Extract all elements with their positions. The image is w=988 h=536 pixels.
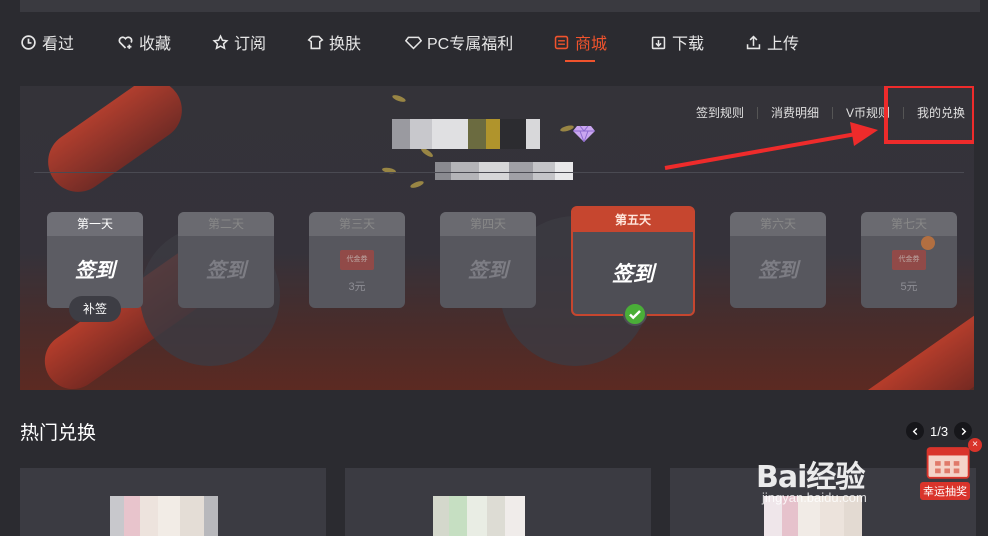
nav-label: 下载 [672, 36, 705, 53]
day-title: 第三天 [309, 212, 405, 236]
nav-label: 收藏 [139, 36, 172, 53]
day-card-3[interactable]: 第三天 代金券 3元 [309, 212, 405, 308]
nav-subscriptions[interactable]: 订阅 [212, 24, 266, 60]
day-card-1[interactable]: 第一天 签到 补签 [47, 212, 143, 322]
day-title: 第四天 [440, 212, 536, 236]
star-icon [212, 33, 229, 50]
decor-coin [381, 166, 397, 175]
upload-icon [746, 34, 761, 49]
nav-skins[interactable]: 换肤 [307, 24, 361, 60]
nav-label: PC专属福利 [427, 36, 514, 53]
top-strip [20, 0, 980, 12]
nav-upload[interactable]: 上传 [745, 24, 799, 60]
nav-download[interactable]: 下载 [650, 24, 704, 60]
day-checkin-label: 签到 [206, 260, 246, 282]
decor-coin [409, 179, 425, 190]
heart-plus-icon [118, 35, 133, 49]
top-nav: 看过 收藏 订阅 换肤 PC专属福利 商城 下载 上传 [0, 24, 988, 64]
nav-label: 看过 [42, 36, 75, 53]
day-card-2[interactable]: 第二天 签到 [178, 212, 274, 308]
lottery-widget[interactable]: × 幸运抽奖 [918, 438, 982, 500]
banner-divider [34, 172, 964, 173]
day-reward-value: 5元 [900, 281, 918, 293]
checkin-rules-link[interactable]: 签到规则 [683, 104, 757, 121]
shirt-icon [307, 35, 324, 49]
coupon-icon: 代金券 [340, 250, 374, 270]
blurred-info [435, 162, 573, 180]
blurred-thumbnail [433, 496, 525, 536]
nav-history[interactable]: 看过 [20, 24, 74, 60]
nav-label: 换肤 [329, 36, 362, 53]
day-reward-value: 3元 [348, 281, 366, 293]
checked-icon [623, 302, 647, 326]
vip-gem-icon [573, 125, 595, 142]
checkin-banner: 签到规则 消费明细 V币规则 我的兑换 第一天 签到 补签 第二天 签到 第三天… [20, 86, 974, 390]
day-card-7[interactable]: 第七天 代金券 5元 [861, 212, 957, 308]
annotation-highlight-box [884, 86, 974, 144]
exchange-card[interactable] [345, 468, 651, 536]
prev-page-button[interactable] [906, 422, 924, 440]
section-title: 热门兑换 [20, 423, 97, 444]
nav-label: 订阅 [234, 36, 267, 53]
close-icon[interactable]: × [968, 438, 982, 452]
day-title: 第七天 [861, 212, 957, 236]
lottery-label: 幸运抽奖 [920, 482, 970, 500]
pager: 1/3 [906, 422, 973, 440]
nav-label: 商城 [575, 36, 608, 53]
nav-store[interactable]: 商城 [553, 24, 608, 62]
day-checkin-label: 签到 [468, 260, 508, 282]
coupon-icon: 代金券 [892, 250, 926, 270]
blurred-thumbnail [110, 496, 218, 536]
chevron-left-icon [912, 427, 917, 435]
day-title: 第六天 [730, 212, 826, 236]
nav-favorites[interactable]: 收藏 [117, 24, 171, 60]
day-title: 第一天 [47, 212, 143, 236]
page-indicator: 1/3 [930, 423, 949, 439]
nav-label: 上传 [767, 36, 800, 53]
day-checkin-label: 签到 [612, 263, 654, 286]
spending-details-link[interactable]: 消费明细 [758, 104, 832, 121]
day-checkin-label: 签到 [75, 260, 115, 282]
day-title: 第五天 [573, 208, 693, 232]
blurred-username [392, 119, 540, 149]
diamond-icon [405, 36, 422, 50]
day-card-5-today[interactable]: 第五天 签到 [571, 206, 695, 326]
day-checkin-label: 签到 [758, 260, 798, 282]
decor-stripe [841, 293, 974, 390]
decor-stripe [36, 86, 194, 204]
next-page-button[interactable] [954, 422, 973, 440]
watermark-url: jingyan.baidu.com [762, 490, 867, 505]
makeup-checkin-button[interactable]: 补签 [69, 296, 121, 322]
baidu-jingyan-watermark: Bai经验 jingyan.baidu.com [756, 452, 867, 505]
gear-icon [921, 236, 935, 250]
decor-coin [391, 93, 407, 104]
exchange-card[interactable] [20, 468, 326, 536]
nav-pc-benefits[interactable]: PC专属福利 [405, 24, 513, 60]
download-icon [651, 36, 666, 49]
day-title: 第二天 [178, 212, 274, 236]
chevron-right-icon [961, 427, 966, 435]
clock-icon [21, 34, 36, 50]
day-card-6[interactable]: 第六天 签到 [730, 212, 826, 308]
day-card-4[interactable]: 第四天 签到 [440, 212, 536, 308]
store-icon [554, 35, 569, 49]
